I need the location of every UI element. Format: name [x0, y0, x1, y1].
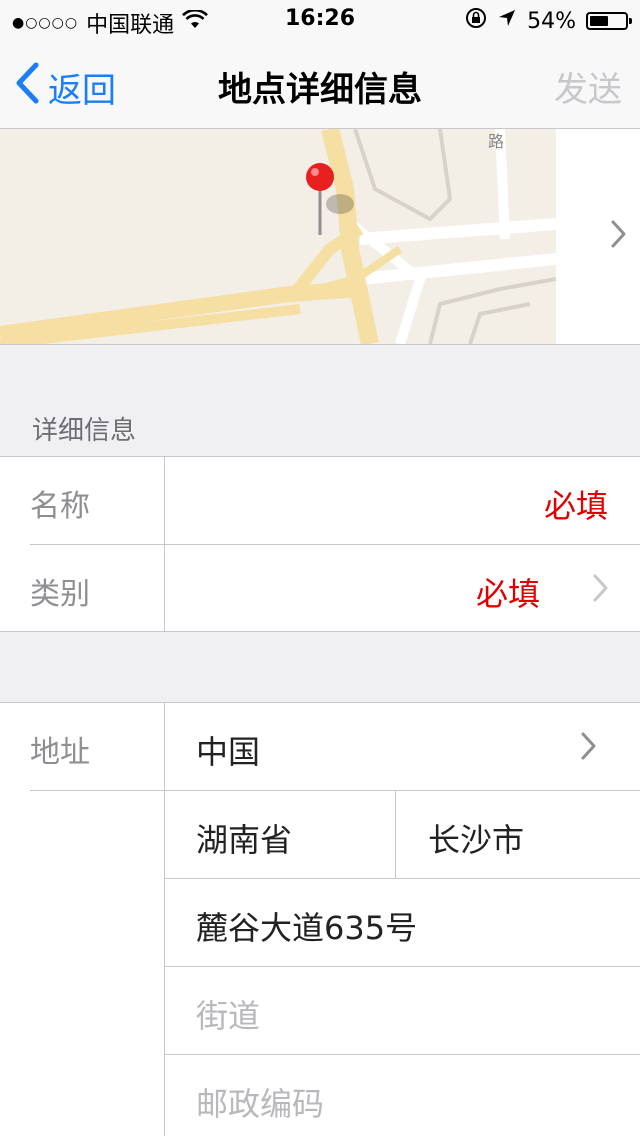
- map-canvas: 路: [0, 129, 556, 344]
- category-row[interactable]: 类别 必填: [0, 545, 640, 633]
- country-row[interactable]: 地址 中国: [0, 703, 640, 791]
- province-field[interactable]: 湖南省: [196, 815, 292, 861]
- map-road-label: 路: [488, 132, 504, 151]
- name-label: 名称: [30, 489, 90, 524]
- street-input[interactable]: 街道: [196, 991, 260, 1037]
- address-label: 地址: [30, 735, 90, 770]
- category-required: 必填: [475, 575, 540, 613]
- page-title: 地点详细信息: [218, 70, 422, 110]
- country-chevron-right-icon: [580, 731, 598, 765]
- category-chevron-right-icon: [592, 573, 610, 607]
- send-button[interactable]: 发送: [554, 62, 622, 111]
- battery-fill: [590, 16, 609, 26]
- street-line-row[interactable]: 麓谷大道635号: [0, 879, 640, 967]
- orientation-lock-icon: [465, 7, 487, 35]
- postal-code-input[interactable]: 邮政编码: [196, 1079, 324, 1125]
- map-preview[interactable]: 路: [0, 129, 640, 345]
- battery-percent: 54%: [527, 8, 576, 34]
- pin-shadow: [326, 194, 354, 214]
- address-group: 地址 中国 湖南省 长沙市 麓谷大道635号 街道 邮政编码: [0, 702, 640, 1136]
- status-right: 54%: [465, 7, 632, 35]
- street-row[interactable]: 街道: [0, 967, 640, 1055]
- name-required: 必填: [543, 487, 608, 525]
- location-arrow-icon: [497, 8, 517, 34]
- category-label: 类别: [30, 577, 90, 612]
- status-bar: ●○○○○ 中国联通 16:26 54%: [0, 0, 640, 40]
- battery-icon: [586, 12, 632, 30]
- province-city-divider: [395, 791, 396, 878]
- details-group: 名称 必填 类别 必填: [0, 456, 640, 632]
- street-line-field[interactable]: 麓谷大道635号: [196, 903, 417, 949]
- name-row[interactable]: 名称 必填: [0, 457, 640, 545]
- screen: ●○○○○ 中国联通 16:26 54% 返回 地点详细信息 发送 路 详细信息…: [0, 0, 640, 1136]
- details-section-header: 详细信息: [32, 416, 137, 446]
- province-city-row: 湖南省 长沙市: [0, 791, 640, 879]
- country-value: 中国: [196, 733, 261, 771]
- city-field[interactable]: 长沙市: [428, 815, 524, 861]
- postal-row[interactable]: 邮政编码: [0, 1055, 640, 1136]
- navigation-bar: 返回 地点详细信息 发送: [0, 40, 640, 129]
